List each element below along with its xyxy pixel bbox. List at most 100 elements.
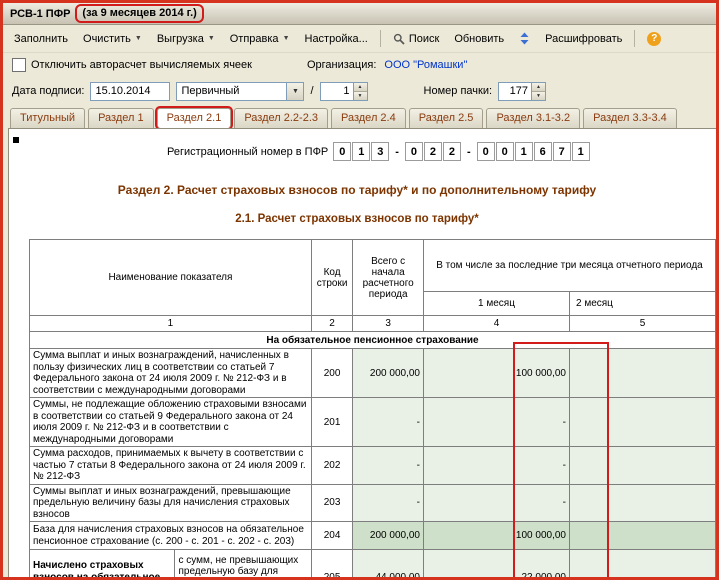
autocalc-checkbox[interactable] bbox=[12, 58, 26, 72]
spin-down-button[interactable]: ▼ bbox=[532, 90, 546, 100]
refresh-button[interactable]: Обновить bbox=[447, 29, 511, 49]
tab-razdel-3-3-3-4[interactable]: Раздел 3.3-3.4 bbox=[583, 108, 677, 128]
clear-button[interactable]: Очистить ▼ bbox=[76, 29, 149, 49]
row-m1-cell[interactable]: - bbox=[422, 446, 570, 485]
fill-button[interactable]: Заполнить bbox=[7, 29, 75, 49]
table-row-201: Суммы, не подлежащие обложению страховым… bbox=[29, 397, 716, 447]
tab-razdel-2-5[interactable]: Раздел 2.5 bbox=[408, 108, 484, 128]
revision-spinner: ▲ ▼ bbox=[352, 81, 368, 101]
regnum-digit-cell[interactable]: 1 bbox=[571, 142, 590, 161]
pack-number-stepper[interactable]: 177 ▲ ▼ bbox=[498, 81, 547, 101]
form-content: Регистрационный номер в ПФР 0 1 3 - 0 2 … bbox=[8, 128, 716, 577]
regnum-digit-cell[interactable]: 2 bbox=[423, 142, 442, 161]
row-name-cell: Суммы, не подлежащие обложению страховым… bbox=[29, 397, 312, 447]
row-m1-cell[interactable]: 100 000,00 bbox=[422, 521, 570, 550]
regnum-digit-cell[interactable]: 7 bbox=[552, 142, 571, 161]
search-button[interactable]: Поиск bbox=[386, 29, 446, 49]
row-m2-cell[interactable] bbox=[568, 549, 716, 577]
fill-button-label: Заполнить bbox=[14, 32, 69, 45]
regnum-digit-cell[interactable]: 0 bbox=[495, 142, 514, 161]
table-row-202: Сумма расходов, принимаемых к вычету в с… bbox=[29, 446, 716, 485]
help-icon: ? bbox=[647, 31, 662, 46]
row-m2-cell[interactable] bbox=[568, 521, 716, 550]
organization-label: Организация: bbox=[306, 59, 377, 71]
row-m2-cell[interactable] bbox=[568, 397, 716, 447]
row-m1-cell[interactable]: 22 000,00 bbox=[422, 549, 570, 577]
regnum-digit-cell[interactable]: 6 bbox=[533, 142, 552, 161]
decrypt-button[interactable]: Расшифровать bbox=[538, 29, 629, 49]
sign-date-input[interactable]: 15.10.2014 bbox=[90, 81, 171, 101]
export-button-label: Выгрузка bbox=[156, 32, 204, 45]
row-subname-cell: с сумм, не превышающих предельную базу д… bbox=[174, 549, 312, 577]
decrypt-button-label: Расшифровать bbox=[545, 32, 623, 45]
section-tabs: Титульный Раздел 1 Раздел 2.1 Раздел 2.2… bbox=[3, 105, 716, 128]
row-code-cell: 203 bbox=[310, 483, 354, 522]
row-total-cell[interactable]: - bbox=[352, 397, 424, 447]
row-total-cell[interactable]: 200 000,00 bbox=[352, 521, 424, 550]
send-button-label: Отправка bbox=[229, 32, 279, 45]
row-m1-cell[interactable]: - bbox=[422, 483, 570, 522]
pack-number-input[interactable]: 177 bbox=[498, 81, 532, 101]
window-title: РСВ-1 ПФР bbox=[10, 7, 71, 20]
table-row-205: Начислено страховых взносов на обязатель… bbox=[28, 549, 716, 577]
header-code: Код строки bbox=[310, 239, 354, 316]
chevron-down-icon[interactable]: ▼ bbox=[286, 82, 304, 100]
tariff-table: Наименование показателя Код строки Всего… bbox=[28, 239, 716, 577]
row-total-cell[interactable]: - bbox=[352, 446, 424, 485]
section-title: Раздел 2. Расчет страховых взносов по та… bbox=[117, 183, 597, 197]
row-m1-cell[interactable]: 100 000,00 bbox=[422, 348, 570, 398]
tab-razdel-2-1[interactable]: Раздел 2.1 bbox=[156, 108, 232, 128]
toolbar: Заполнить Очистить ▼ Выгрузка ▼ Отправка… bbox=[3, 25, 716, 53]
autocalc-checkbox-label: Отключить авторасчет вычисляемых ячеек bbox=[31, 59, 252, 71]
revision-number-stepper[interactable]: 1 ▲ ▼ bbox=[319, 81, 368, 101]
regnum-digit-cell[interactable]: 2 bbox=[442, 142, 461, 161]
tab-razdel-2-4[interactable]: Раздел 2.4 bbox=[331, 108, 406, 128]
row-total-cell[interactable]: - bbox=[352, 483, 424, 522]
regnum-digit-cell[interactable]: 0 bbox=[476, 142, 495, 161]
row-code-cell: 200 bbox=[310, 348, 354, 398]
row-m1-cell[interactable]: - bbox=[422, 397, 570, 447]
regnum-digit-cell[interactable]: 3 bbox=[371, 142, 390, 161]
row-m2-cell[interactable] bbox=[568, 348, 716, 398]
tab-titulnyy[interactable]: Титульный bbox=[10, 108, 86, 128]
registration-number-label: Регистрационный номер в ПФР bbox=[167, 145, 329, 158]
table-row-204: База для начисления страховых взносов на… bbox=[29, 521, 716, 550]
col-num: 1 bbox=[29, 315, 312, 332]
send-button[interactable]: Отправка ▼ bbox=[223, 29, 297, 49]
correction-type-select[interactable]: Первичный ▼ bbox=[176, 81, 305, 101]
export-button[interactable]: Выгрузка ▼ bbox=[150, 29, 222, 49]
settings-button[interactable]: Настройка... bbox=[298, 29, 375, 49]
col-num: 2 bbox=[310, 315, 354, 332]
row-code-cell: 205 bbox=[310, 549, 354, 577]
table-row-203: Суммы выплат и иных вознаграждений, прев… bbox=[29, 483, 716, 522]
slash-label: / bbox=[310, 85, 314, 97]
regnum-digit-cell[interactable]: 1 bbox=[352, 142, 371, 161]
row-name-cell: База для начисления страховых взносов на… bbox=[29, 521, 312, 550]
tab-razdel-1[interactable]: Раздел 1 bbox=[88, 108, 154, 128]
pack-spinner: ▲ ▼ bbox=[531, 81, 547, 101]
toolbar-separator bbox=[634, 30, 636, 47]
regnum-group-1: 0 1 3 bbox=[333, 142, 390, 161]
row-m2-cell[interactable] bbox=[568, 483, 716, 522]
clear-button-label: Очистить bbox=[83, 32, 131, 45]
row-total-cell[interactable]: 44 000,00 bbox=[352, 549, 424, 577]
revision-number-input[interactable]: 1 bbox=[319, 81, 353, 101]
column-numbers-row: 1 2 3 4 5 bbox=[29, 315, 716, 332]
spin-down-button[interactable]: ▼ bbox=[353, 90, 367, 100]
row-group-name-cell: Начислено страховых взносов на обязатель… bbox=[28, 549, 176, 577]
regnum-digit-cell[interactable]: 0 bbox=[333, 142, 352, 161]
row-m2-cell[interactable] bbox=[568, 446, 716, 485]
regnum-digit-cell[interactable]: 1 bbox=[514, 142, 533, 161]
tab-razdel-2-2-2-3[interactable]: Раздел 2.2-2.3 bbox=[234, 108, 328, 128]
header-month-2: 2 месяц bbox=[568, 291, 716, 316]
regnum-digit-cell[interactable]: 0 bbox=[404, 142, 423, 161]
spin-up-button[interactable]: ▲ bbox=[532, 82, 546, 91]
help-button[interactable]: ? bbox=[640, 28, 668, 50]
spin-up-button[interactable]: ▲ bbox=[353, 82, 367, 91]
sort-arrows-button[interactable] bbox=[512, 28, 537, 49]
registration-number-row: Регистрационный номер в ПФР 0 1 3 - 0 2 … bbox=[167, 142, 590, 161]
row-total-cell[interactable]: 200 000,00 bbox=[352, 348, 424, 398]
organization-value[interactable]: ООО "Ромашки" bbox=[384, 59, 467, 71]
tab-razdel-3-1-3-2[interactable]: Раздел 3.1-3.2 bbox=[486, 108, 581, 128]
section-header-label: На обязательное пенсионное страхование bbox=[29, 331, 716, 349]
